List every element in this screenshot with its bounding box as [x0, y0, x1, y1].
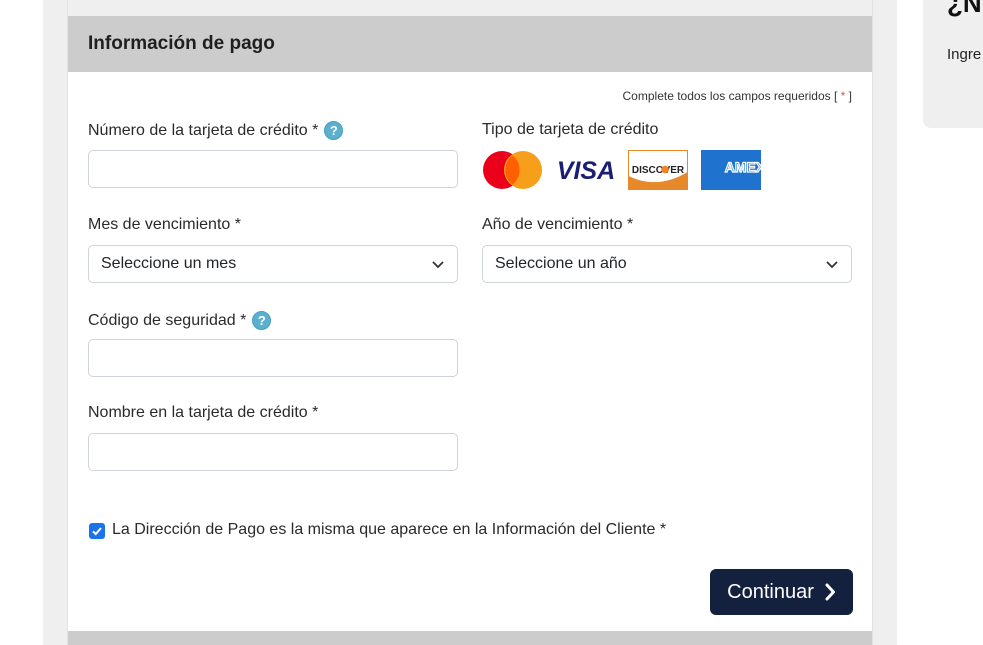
- amex-logo[interactable]: AMEX: [701, 150, 761, 190]
- name-on-card-label: Nombre en la tarjeta de crédito *: [88, 404, 319, 421]
- side-panel-text: Ingre crédit: [947, 46, 983, 63]
- required-fields-note: Complete todos los campos requeridos [ *…: [622, 89, 852, 103]
- payment-card: Información de pago Complete todos los c…: [67, 0, 873, 645]
- billing-same-label[interactable]: La Dirección de Pago es la misma que apa…: [112, 521, 666, 539]
- visa-text: VISA: [557, 157, 615, 185]
- billing-same-checkbox[interactable]: [89, 523, 105, 539]
- card-number-input[interactable]: [88, 150, 458, 188]
- required-star: *: [840, 89, 846, 103]
- discover-logo[interactable]: DISCOVER: [628, 150, 688, 190]
- checkmark-icon: [92, 527, 102, 536]
- help-icon[interactable]: ?: [252, 311, 272, 330]
- exp-month-label: Mes de vencimiento *: [88, 216, 241, 233]
- next-section-header: [68, 631, 872, 645]
- card-type-label: Tipo de tarjeta de crédito: [482, 121, 659, 138]
- discover-text: DISCOVER: [632, 165, 685, 176]
- continue-button[interactable]: Continuar: [710, 569, 853, 615]
- security-code-input[interactable]: [88, 339, 458, 377]
- help-icon[interactable]: ?: [324, 121, 344, 140]
- visa-logo[interactable]: VISA: [554, 150, 618, 190]
- exp-year-select[interactable]: Seleccione un año: [482, 245, 852, 283]
- payment-title: Información de pago: [88, 33, 275, 54]
- security-code-label: Código de seguridad * ?: [88, 311, 272, 330]
- payment-header: Información de pago: [68, 16, 872, 72]
- exp-year-label: Año de vencimiento *: [482, 216, 634, 233]
- side-panel: ¿Nu Ingre crédit: [923, 0, 983, 128]
- card-top-gap: [68, 0, 872, 16]
- side-panel-title: ¿Nu: [947, 0, 983, 18]
- name-on-card-input[interactable]: [88, 433, 458, 471]
- chevron-right-icon: [825, 583, 835, 601]
- card-number-label: Número de la tarjeta de crédito * ?: [88, 121, 344, 140]
- amex-text: AMEX: [725, 159, 761, 175]
- chevron-down-icon: [826, 261, 838, 269]
- exp-month-select[interactable]: Seleccione un mes: [88, 245, 458, 283]
- mastercard-logo[interactable]: [482, 150, 544, 190]
- chevron-down-icon: [432, 261, 444, 269]
